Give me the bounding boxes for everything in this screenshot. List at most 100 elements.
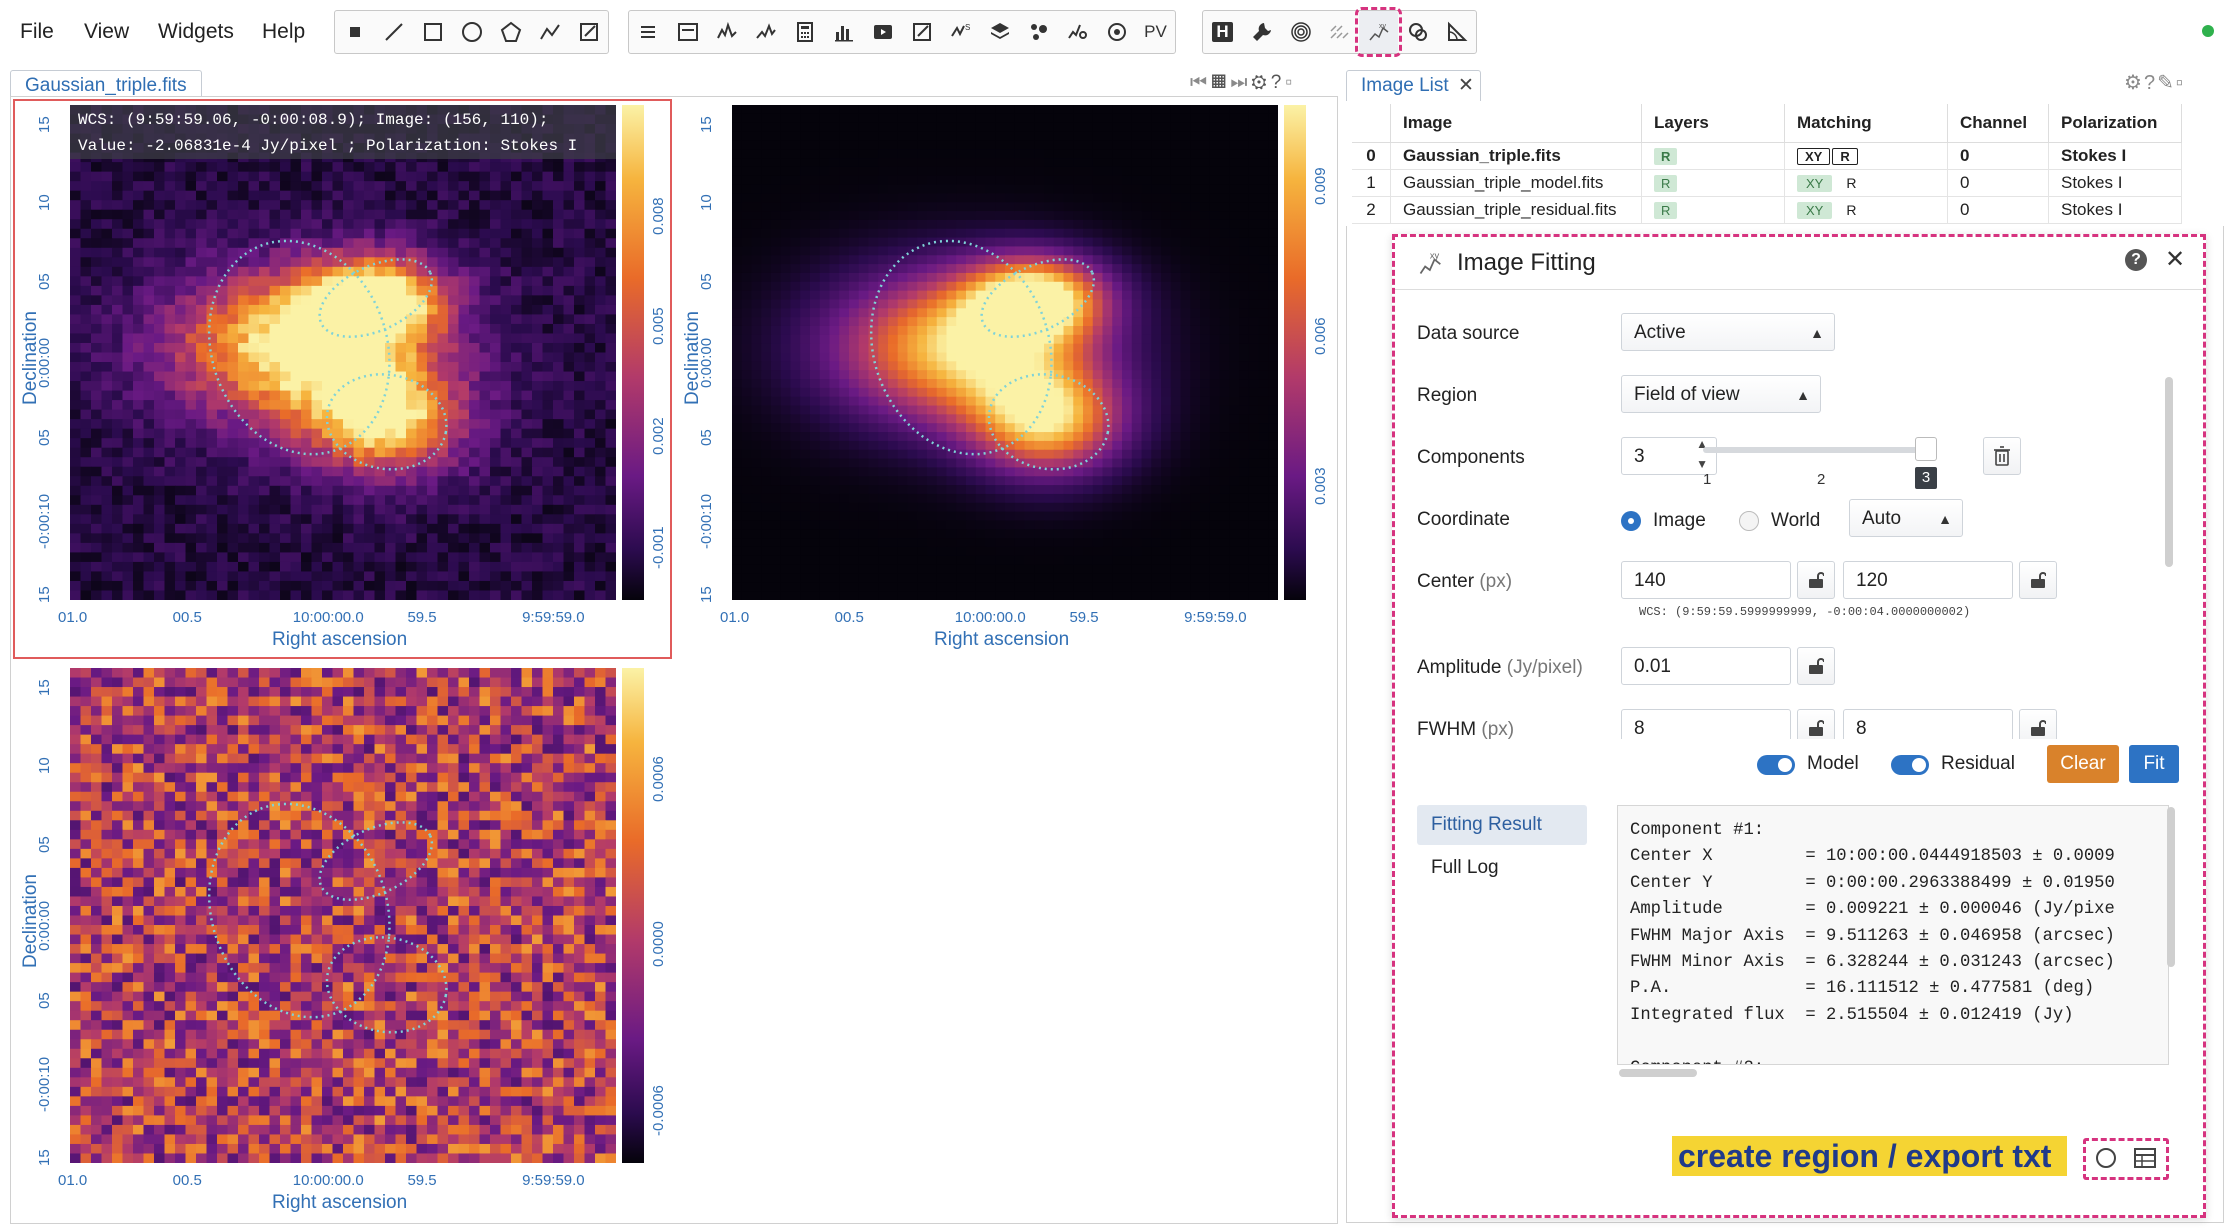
pv-generator-icon[interactable]: PV — [1136, 11, 1175, 53]
fit-button[interactable]: Fit — [2129, 745, 2179, 783]
polyline-icon[interactable] — [530, 11, 569, 53]
gear-icon[interactable]: ⚙ — [1251, 72, 1270, 93]
match-xy-button[interactable]: XY — [1797, 175, 1833, 192]
vector-overlay-icon[interactable] — [1320, 11, 1359, 53]
histogram-icon[interactable] — [824, 11, 863, 53]
animator-icon[interactable] — [863, 11, 902, 53]
unlock-icon[interactable] — [2019, 561, 2057, 599]
close-tab-icon[interactable]: ✕ — [1458, 75, 1474, 96]
unlock-icon[interactable] — [1797, 647, 1835, 685]
model-toggle[interactable] — [1757, 755, 1795, 775]
match-r-button[interactable]: R — [1846, 175, 1856, 191]
stokes-analysis-icon[interactable]: S — [941, 11, 980, 53]
components-slider-handle[interactable] — [1915, 437, 1937, 461]
distance-measure-icon[interactable] — [1437, 11, 1476, 53]
clear-button[interactable]: Clear — [2047, 745, 2119, 783]
spectral-profiler-icon[interactable] — [746, 11, 785, 53]
catalog-icon[interactable] — [1019, 11, 1058, 53]
residual-toggle[interactable] — [1891, 755, 1929, 775]
result-scrollbar[interactable] — [2167, 807, 2175, 967]
raster-layer-chip[interactable]: R — [1654, 175, 1678, 192]
scrollbar[interactable] — [2165, 377, 2173, 567]
menu-file[interactable]: File — [20, 20, 54, 44]
match-r-button[interactable]: R — [1846, 202, 1856, 218]
colorbar-residual[interactable] — [622, 668, 644, 1163]
unlock-icon[interactable] — [2019, 709, 2057, 739]
tab-full-log[interactable]: Full Log — [1431, 857, 1499, 879]
menu-widgets[interactable]: Widgets — [158, 20, 234, 44]
moment-generator-icon[interactable] — [1097, 11, 1136, 53]
pin-icon[interactable]: ✎ — [2157, 72, 2176, 94]
gear-icon[interactable]: ⚙ — [2124, 72, 2144, 94]
col-image[interactable]: Image — [1390, 104, 1642, 143]
render-config-icon[interactable] — [902, 11, 941, 53]
coord-world-radio[interactable] — [1739, 511, 1759, 531]
table-row[interactable]: 0 Gaussian_triple.fits R XY R 0 Stokes I — [1352, 142, 2182, 170]
match-r-button[interactable]: R — [1832, 148, 1858, 165]
hdu-icon[interactable]: H — [1203, 11, 1242, 53]
result-hscrollbar[interactable] — [1619, 1069, 1697, 1077]
help-icon[interactable]: ? — [2144, 72, 2157, 94]
table-row[interactable]: 2 Gaussian_triple_residual.fits R XY R 0 … — [1352, 196, 2182, 224]
annotation-icon[interactable] — [569, 11, 608, 53]
colorbar-model[interactable] — [1284, 105, 1306, 600]
fwhm-y-input[interactable]: 8 — [1843, 709, 2013, 739]
spatial-profiler-icon[interactable] — [707, 11, 746, 53]
coord-image-radio[interactable] — [1621, 511, 1641, 531]
amplitude-input[interactable]: 0.01 — [1621, 647, 1791, 685]
wrench-icon[interactable] — [1242, 11, 1281, 53]
statistics-icon[interactable] — [785, 11, 824, 53]
col-polarization[interactable]: Polarization — [2048, 104, 2182, 143]
image-raster-model[interactable] — [732, 105, 1278, 600]
raster-layer-chip[interactable]: R — [1654, 202, 1678, 219]
components-slider-track[interactable] — [1703, 447, 1925, 453]
table-row[interactable]: 1 Gaussian_triple_model.fits R XY R 0 Sto… — [1352, 169, 2182, 197]
image-raster-original[interactable] — [70, 105, 616, 600]
polygon-icon[interactable] — [491, 11, 530, 53]
export-table-icon[interactable] — [2134, 1148, 2156, 1173]
point-icon[interactable] — [335, 11, 374, 53]
next-frame-icon[interactable]: ⏭ — [1230, 72, 1251, 93]
row-image[interactable]: Gaussian_triple.fits — [1390, 142, 1642, 170]
col-layers[interactable]: Layers — [1641, 104, 1785, 143]
region-select[interactable]: Field of view ▲ — [1621, 375, 1821, 413]
menu-help[interactable]: Help — [262, 20, 305, 44]
layer-list-icon[interactable] — [980, 11, 1019, 53]
match-xy-button[interactable]: XY — [1797, 148, 1831, 165]
col-matching[interactable]: Matching — [1784, 104, 1948, 143]
help-icon[interactable]: ? — [1271, 72, 1286, 93]
file-header-icon[interactable] — [668, 11, 707, 53]
image-list-icon[interactable] — [629, 11, 668, 53]
rectangle-icon[interactable] — [413, 11, 452, 53]
tab-fitting-result[interactable]: Fitting Result — [1417, 805, 1587, 845]
first-frame-icon[interactable]: ⏮ — [1190, 72, 1211, 93]
components-stepper[interactable]: 3 ▲ ▼ — [1621, 437, 1717, 475]
minimize-icon[interactable]: ▫ — [1285, 72, 1296, 93]
help-icon[interactable]: ? — [2125, 249, 2147, 271]
col-channel[interactable]: Channel — [1947, 104, 2049, 143]
grid-layout-icon[interactable]: ▦ — [1211, 72, 1230, 93]
fwhm-x-input[interactable]: 8 — [1621, 709, 1791, 739]
spectral-line-query-icon[interactable] — [1058, 11, 1097, 53]
image-fitting-icon[interactable]: xy — [1355, 7, 1402, 57]
unlock-icon[interactable] — [1797, 561, 1835, 599]
menu-view[interactable]: View — [84, 20, 129, 44]
center-x-input[interactable]: 140 — [1621, 561, 1791, 599]
trash-icon[interactable] — [1983, 437, 2021, 475]
channel-map-icon[interactable] — [1398, 11, 1437, 53]
create-region-icon[interactable] — [2096, 1148, 2116, 1168]
data-source-select[interactable]: Active ▲ — [1621, 313, 1835, 351]
center-y-input[interactable]: 120 — [1843, 561, 2013, 599]
image-raster-residual[interactable] — [70, 668, 616, 1163]
row-image[interactable]: Gaussian_triple_model.fits — [1390, 169, 1642, 197]
match-xy-button[interactable]: XY — [1797, 202, 1833, 219]
stepper-arrows-icon[interactable]: ▲ ▼ — [1696, 434, 1708, 474]
raster-layer-chip[interactable]: R — [1654, 148, 1678, 165]
row-image[interactable]: Gaussian_triple_residual.fits — [1390, 196, 1642, 224]
unlock-icon[interactable] — [1797, 709, 1835, 739]
colorbar-original[interactable] — [622, 105, 644, 600]
ellipse-icon[interactable] — [452, 11, 491, 53]
contour-icon[interactable] — [1281, 11, 1320, 53]
coord-auto-select[interactable]: Auto ▲ — [1849, 499, 1963, 537]
close-icon[interactable]: ✕ — [2165, 245, 2185, 274]
